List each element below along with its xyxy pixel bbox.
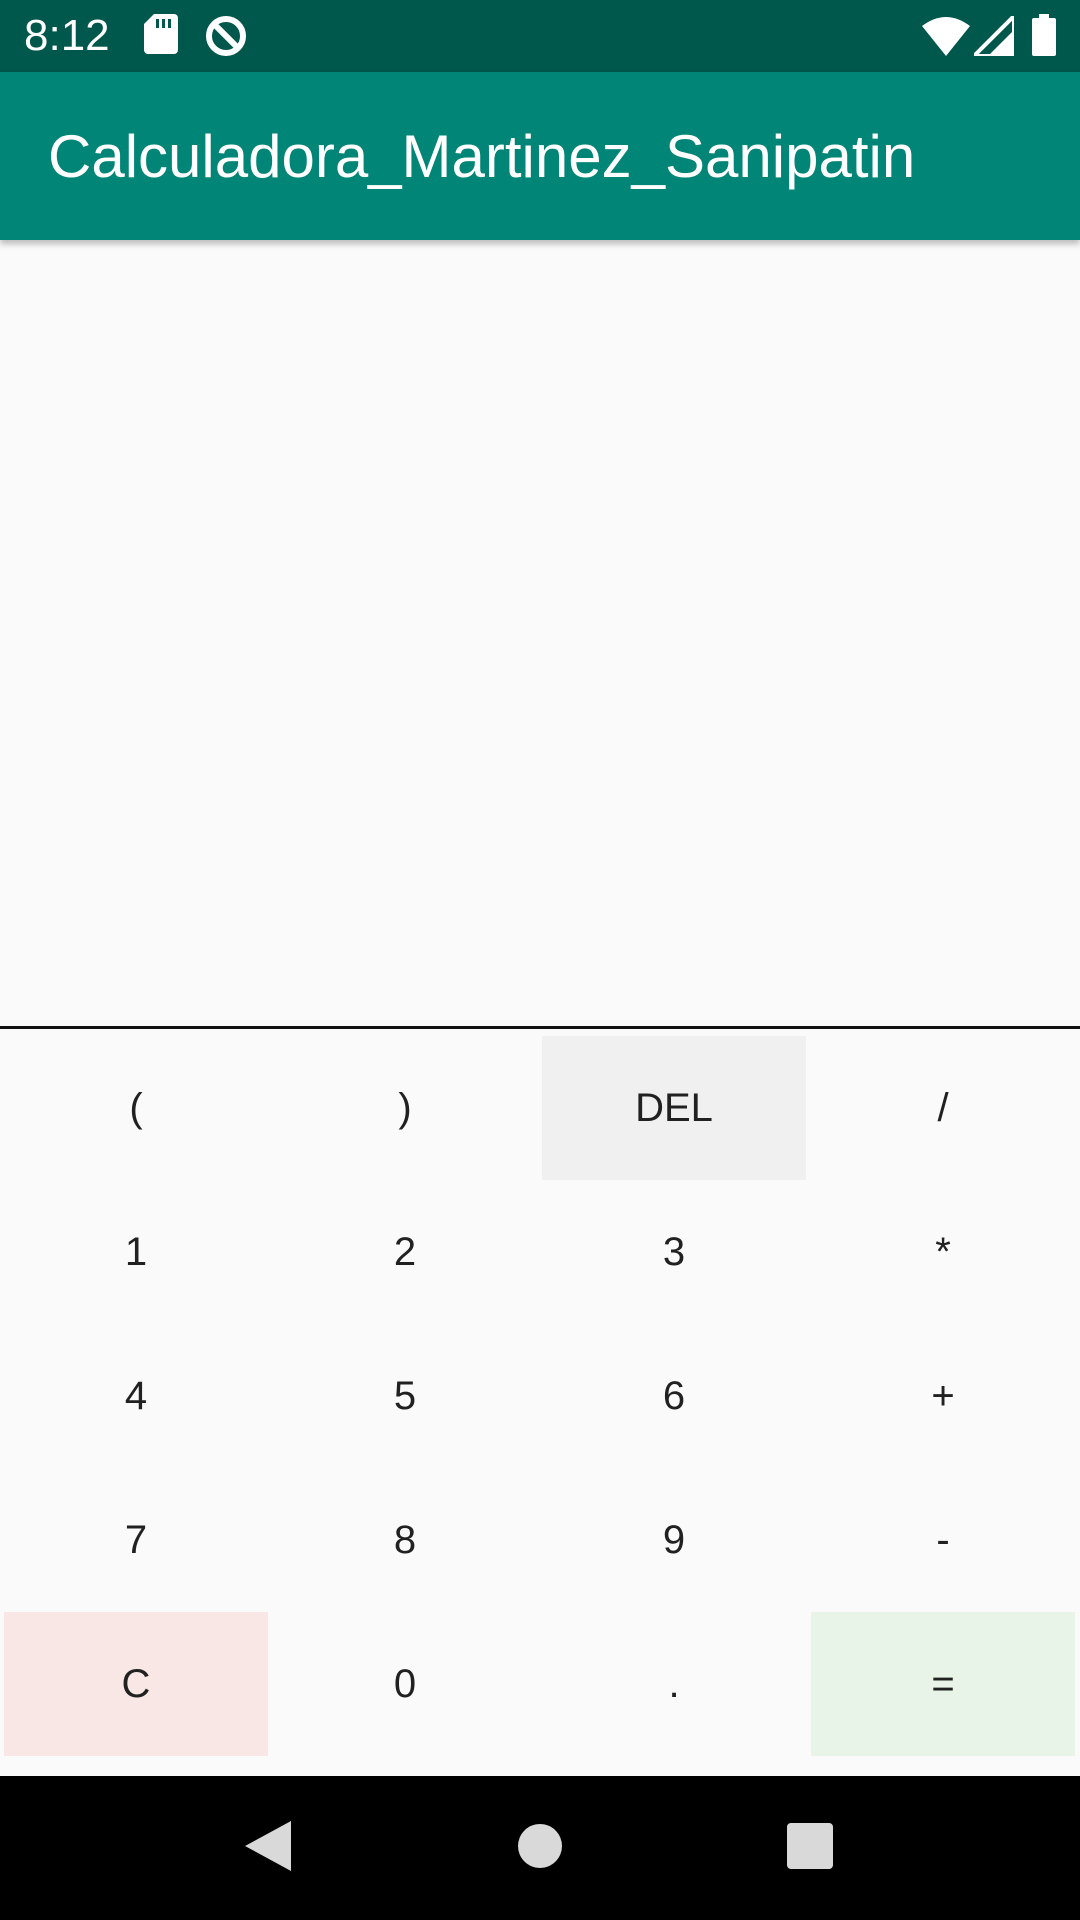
key-divide[interactable]: /	[811, 1036, 1075, 1180]
key-close-paren[interactable]: )	[273, 1036, 537, 1180]
home-icon	[517, 1823, 563, 1874]
keypad: () DEL/ 1 2 3 * 4 5 6 +7 8 9- C 0. =	[0, 1036, 1080, 1760]
key-plus[interactable]: +	[811, 1324, 1075, 1468]
calculator-screen: 8:12 Calculadora_Martinez_Sanipatin () …	[0, 0, 1080, 1920]
key-9[interactable]: 9	[542, 1468, 806, 1612]
key-multiply[interactable]: *	[811, 1180, 1075, 1324]
key-7[interactable]: 7	[4, 1468, 268, 1612]
home-button[interactable]	[460, 1776, 620, 1920]
back-button[interactable]	[188, 1776, 348, 1920]
recents-icon	[787, 1822, 833, 1874]
key-3[interactable]: 3	[542, 1180, 806, 1324]
key-open-paren[interactable]: (	[4, 1036, 268, 1180]
recents-button[interactable]	[730, 1776, 890, 1920]
navigation-bar	[0, 1776, 1080, 1920]
data-saver-icon	[204, 14, 248, 63]
cell-signal-icon	[969, 11, 1016, 61]
key-2[interactable]: 2	[273, 1180, 537, 1324]
battery-icon	[1032, 14, 1056, 61]
status-time: 8:12	[24, 11, 110, 60]
key-5[interactable]: 5	[273, 1324, 537, 1468]
calculator-display[interactable]	[0, 240, 1080, 1026]
display-divider	[0, 1026, 1080, 1029]
status-bar: 8:12	[0, 0, 1080, 72]
key-4[interactable]: 4	[4, 1324, 268, 1468]
key-clear[interactable]: C	[4, 1612, 268, 1756]
back-icon	[245, 1820, 291, 1876]
key-minus[interactable]: -	[811, 1468, 1075, 1612]
key-equals[interactable]: =	[811, 1612, 1075, 1756]
app-title: Calculadora_Martinez_Sanipatin	[48, 123, 916, 190]
sd-card-icon	[144, 14, 178, 59]
key-delete[interactable]: DEL	[542, 1036, 806, 1180]
wifi-icon	[922, 16, 970, 61]
key-1[interactable]: 1	[4, 1180, 268, 1324]
key-decimal[interactable]: .	[542, 1612, 806, 1756]
app-bar: Calculadora_Martinez_Sanipatin	[0, 72, 1080, 240]
key-8[interactable]: 8	[273, 1468, 537, 1612]
key-6[interactable]: 6	[542, 1324, 806, 1468]
key-0[interactable]: 0	[273, 1612, 537, 1756]
